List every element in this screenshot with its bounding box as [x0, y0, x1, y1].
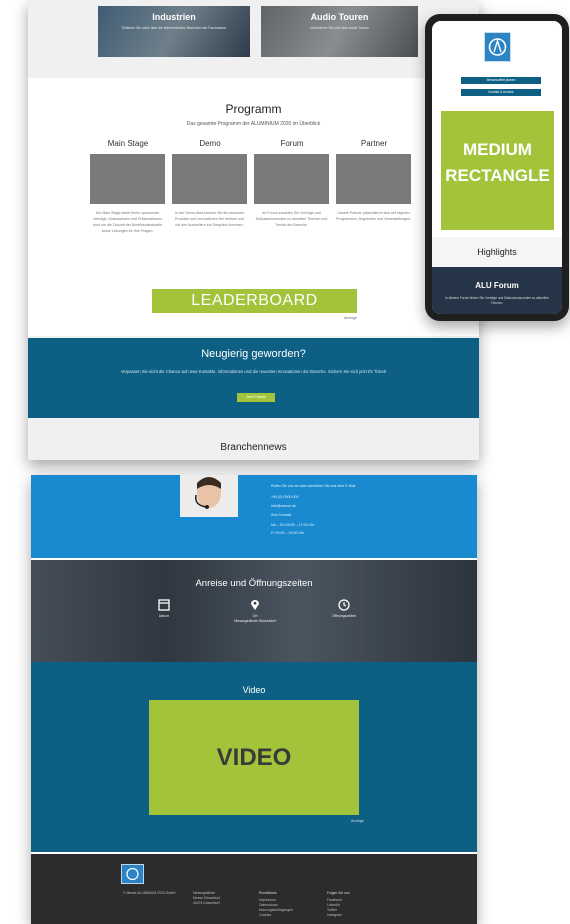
program-column-text: Die Main Stage bietet Ihnen spannende Vo…	[92, 211, 163, 233]
program-column-text: Im Forum erwarten Sie Vorträge und Disku…	[255, 211, 328, 227]
travel-item-label: Datum	[158, 614, 170, 618]
curious-title: Neugierig geworden?	[201, 348, 306, 360]
hero-card-industries[interactable]: Industrien Erfahren Sie mehr über die te…	[98, 6, 250, 57]
footer-copyright: © Messe ALUMINIUM 2020 GmbH	[123, 891, 176, 895]
program-column-image[interactable]	[172, 154, 247, 204]
logo-icon[interactable]	[121, 864, 144, 884]
program-column-image[interactable]	[336, 154, 411, 204]
phone-screen: Messeauftritt planen Kontakt & Anreise M…	[432, 21, 562, 314]
contact-hours: Mo – Do 09:00 – 17:00 Uhr	[271, 523, 315, 527]
travel-section: Anreise und Öffnungszeiten Datum Ort Mes…	[31, 560, 477, 662]
travel-background-image	[31, 560, 477, 662]
contact-line: Rufen Sie uns an oder schreiben Sie uns …	[271, 484, 356, 488]
tickets-button[interactable]: Jetzt Tickets	[237, 393, 275, 402]
program-column-image[interactable]	[254, 154, 329, 204]
desktop-mockup-top: Industrien Erfahren Sie mehr über die te…	[28, 0, 479, 460]
program-subtitle: Das gesamte Programm der ALUMINIUM 2020 …	[186, 121, 321, 127]
footer: © Messe ALUMINIUM 2020 GmbH Messegelände…	[31, 854, 477, 924]
footer-legal-links[interactable]: Impressum Datenschutz Nutzungsbedingunge…	[259, 898, 293, 918]
ad-line: RECTANGLE	[445, 166, 550, 185]
hero-card-subtitle: Informieren Sie sich über Audio Touren	[310, 26, 369, 30]
alu-forum-card[interactable]: ALU Forum In diesem Forum finden Sie Vor…	[432, 267, 562, 314]
plan-booth-button[interactable]: Messeauftritt planen	[461, 77, 541, 84]
calendar-icon	[149, 599, 179, 611]
ad-label: Anzeige	[344, 316, 357, 320]
location-pin-icon	[240, 599, 270, 611]
program-column-heading: Demo	[199, 139, 221, 148]
video-title: Video	[242, 685, 266, 695]
program-title: Programm	[225, 102, 282, 116]
contact-link[interactable]: Zum Kontakt	[271, 513, 291, 517]
curious-text: Verpassen Sie nicht die Chance auf neue …	[120, 369, 387, 374]
video-section: Video VIDEO Anzeige	[31, 662, 477, 852]
program-column-heading: Partner	[360, 139, 388, 148]
program-column-heading: Forum	[280, 139, 304, 148]
footer-social-title: Folgen Sie uns	[327, 891, 350, 895]
hero-card-title: Industrien	[152, 12, 196, 22]
contact-travel-button[interactable]: Kontakt & Anreise	[461, 89, 541, 96]
program-column-heading: Main Stage	[107, 139, 149, 148]
contact-hours: Fr 09:00 – 15:00 Uhr	[271, 531, 305, 535]
contact-phone[interactable]: +49 (0) 0000 000	[271, 495, 298, 499]
contact-email[interactable]: info@messe.de	[271, 504, 296, 508]
program-column-text: In der Demo Area können Sie die neuesten…	[174, 211, 245, 227]
hero-card-subtitle: Erfahren Sie mehr über die teilnehmenden…	[122, 26, 226, 30]
logo-icon[interactable]	[484, 32, 511, 62]
ad-label: Anzeige	[351, 819, 364, 823]
hero-card-audio-tours[interactable]: Audio Touren Informieren Sie sich über A…	[261, 6, 418, 57]
program-column-text: Unsere Partner präsentieren sich mit eig…	[336, 211, 411, 221]
footer-legal-title: Rechtliches	[259, 891, 277, 895]
ad-line: MEDIUM	[463, 140, 532, 159]
phone-mockup: Messeauftritt planen Kontakt & Anreise M…	[425, 14, 569, 321]
program-column-image[interactable]	[90, 154, 165, 204]
avatar	[180, 475, 238, 517]
travel-item-label: Öffnungszeiten	[331, 614, 357, 618]
medium-rectangle-ad[interactable]: MEDIUM RECTANGLE	[441, 111, 554, 230]
contact-section: Rufen Sie uns an oder schreiben Sie uns …	[31, 475, 477, 558]
program-section: Programm Das gesamte Programm der ALUMIN…	[28, 78, 479, 336]
alu-forum-title: ALU Forum	[475, 281, 519, 290]
footer-social-links[interactable]: Facebook LinkedIn Twitter Instagram	[327, 898, 342, 918]
alu-forum-subtitle: In diesem Forum finden Sie Vorträge und …	[445, 296, 549, 305]
desktop-mockup-bottom: Rufen Sie uns an oder schreiben Sie uns …	[31, 475, 477, 924]
footer-address: Messegelände Messe Düsseldorf 40474 Düss…	[193, 891, 221, 905]
leaderboard-ad[interactable]: LEADERBOARD	[152, 289, 357, 313]
clock-icon	[329, 599, 359, 611]
hero-card-title: Audio Touren	[310, 12, 369, 22]
curious-section: Neugierig geworden? Verpassen Sie nicht …	[28, 338, 479, 418]
video-player[interactable]: VIDEO	[149, 700, 359, 815]
travel-item-label: Ort Messegelände Düsseldorf	[234, 614, 276, 623]
highlights-heading: Highlights	[432, 237, 562, 267]
branch-news-heading: Branchennews	[220, 442, 287, 453]
travel-title: Anreise und Öffnungszeiten	[195, 578, 313, 589]
phone-header: Messeauftritt planen Kontakt & Anreise	[432, 21, 562, 101]
